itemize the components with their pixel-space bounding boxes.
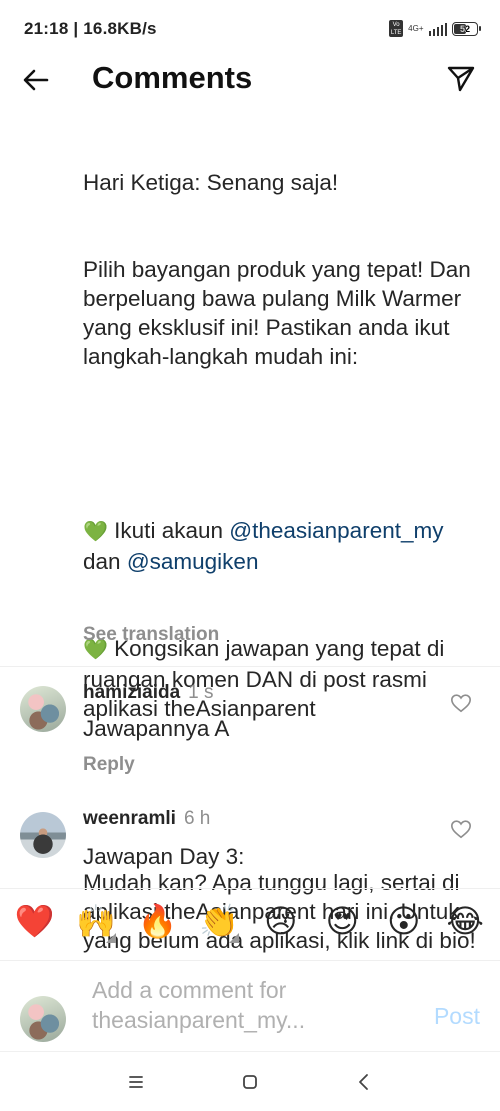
page-title: Comments bbox=[92, 60, 253, 95]
back-nav-icon[interactable] bbox=[352, 1070, 376, 1094]
emoji-red-heart[interactable]: ❤️ bbox=[13, 905, 57, 937]
avatar[interactable] bbox=[20, 686, 66, 732]
direct-send-icon[interactable] bbox=[446, 64, 476, 94]
comment-header: weenramli 6 h bbox=[83, 808, 210, 830]
menu-icon[interactable] bbox=[124, 1070, 148, 1094]
reply-button[interactable]: Reply bbox=[83, 754, 135, 776]
network-type: 4G+ bbox=[408, 23, 424, 33]
step1-mid: dan bbox=[83, 549, 121, 574]
status-bar: 21:18 | 16.8KB/s Vo LTE 4G+ 52 bbox=[0, 0, 500, 56]
comment-text: Jawapannya A bbox=[83, 716, 230, 741]
comment-time: 6 h bbox=[183, 808, 211, 829]
status-icons: Vo LTE 4G+ 52 bbox=[389, 20, 481, 37]
comment-header: hamiziaida 1 s bbox=[83, 682, 214, 704]
heart-like-icon[interactable] bbox=[450, 818, 472, 840]
volte-icon: Vo LTE bbox=[389, 20, 404, 37]
see-translation-link[interactable]: See translation bbox=[83, 624, 219, 646]
step2-text: Kongsikan jawapan yang tepat di ruangan … bbox=[83, 636, 451, 721]
caption-line-2: Pilih bayangan produk yang tepat! Dan be… bbox=[83, 257, 478, 369]
comment-composer: Add a comment for theasianparent_my... P… bbox=[0, 960, 500, 1050]
emoji-fire[interactable]: 🔥 bbox=[136, 905, 180, 937]
emoji-clapping-hands[interactable]: 👏 bbox=[197, 905, 241, 943]
signal-icon bbox=[428, 22, 447, 36]
step1-prefix: Ikuti akaun bbox=[114, 518, 223, 543]
post-button[interactable]: Post bbox=[434, 1003, 480, 1030]
comments-header: Comments bbox=[0, 56, 500, 104]
heart-like-icon[interactable] bbox=[450, 692, 472, 714]
emoji-crying-face[interactable]: 😢 bbox=[259, 905, 303, 937]
battery-level: 52 bbox=[459, 23, 470, 34]
caption-step-1: 💚 Ikuti akaun @theasianparent_my dan @sa… bbox=[83, 516, 483, 576]
green-heart-icon: 💚 bbox=[83, 521, 108, 543]
mention-theasianparent[interactable]: @theasianparent_my bbox=[229, 518, 443, 543]
avatar[interactable] bbox=[20, 812, 66, 858]
emoji-heart-eyes[interactable]: 😍 bbox=[320, 905, 364, 937]
emoji-laughing-face[interactable]: 😂 bbox=[443, 905, 487, 937]
emoji-raising-hands[interactable]: 🙌 bbox=[74, 905, 118, 943]
back-arrow-icon[interactable] bbox=[20, 64, 52, 96]
status-time-speed: 21:18 | 16.8KB/s bbox=[24, 19, 157, 38]
quick-emoji-bar: ❤️ 🙌 🔥 👏 😢 😍 😮 😂 bbox=[0, 888, 500, 952]
mention-samugiken[interactable]: @samugiken bbox=[127, 549, 259, 574]
comment-username[interactable]: hamiziaida bbox=[83, 682, 180, 703]
caption-line-1: Hari Ketiga: Senang saja! bbox=[83, 170, 339, 195]
comment-input[interactable]: Add a comment for theasianparent_my... bbox=[92, 975, 332, 1035]
comment-username[interactable]: weenramli bbox=[83, 808, 176, 829]
home-icon[interactable] bbox=[238, 1070, 262, 1094]
comment-time: 1 s bbox=[188, 682, 214, 703]
divider bbox=[0, 666, 500, 667]
system-nav-bar bbox=[0, 1051, 500, 1111]
comment-text: Jawapan Day 3: bbox=[83, 844, 245, 869]
caption-step-2: 💚 Kongsikan jawapan yang tepat di ruanga… bbox=[83, 634, 483, 723]
emoji-surprised-face[interactable]: 😮 bbox=[382, 905, 426, 937]
battery-icon: 52 bbox=[452, 21, 481, 36]
current-user-avatar bbox=[20, 996, 66, 1042]
